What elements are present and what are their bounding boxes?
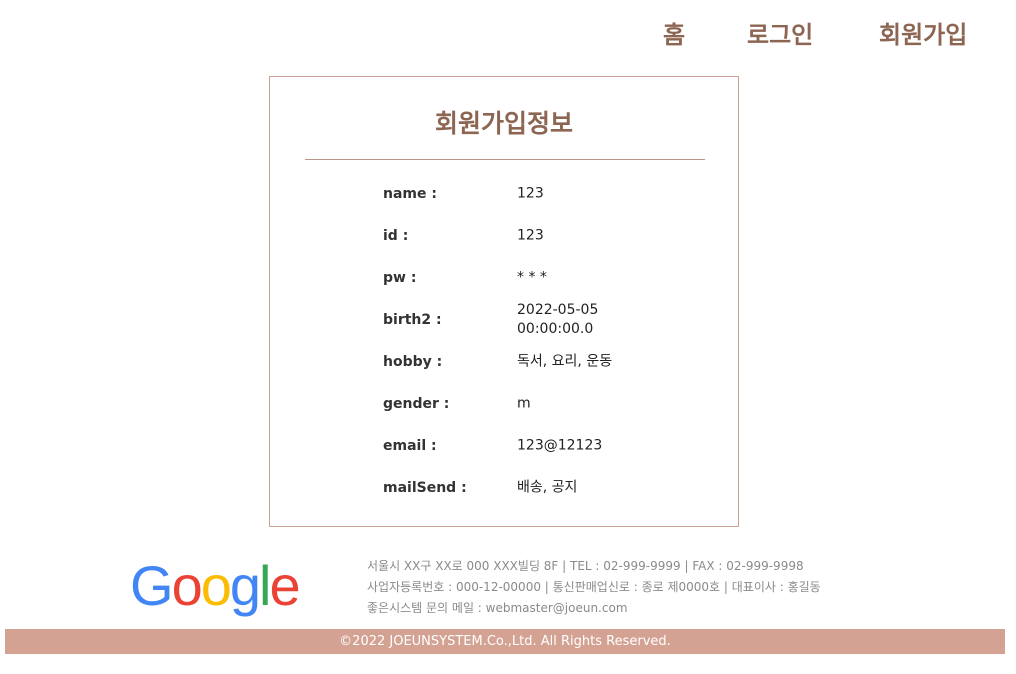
- logo-letter: l: [259, 554, 272, 617]
- birth-value: 2022-05-05 00:00:00.0: [517, 302, 599, 337]
- logo-letter: o: [171, 554, 203, 617]
- google-logo: Google: [130, 554, 301, 618]
- email-label: email :: [383, 438, 437, 454]
- footer-business-info: 사업자등록번호 : 000-12-00000 | 통신판매업신로 : 종로 제0…: [367, 580, 821, 594]
- footer-company-info: 서울시 XX구 XX로 000 XXX빌딩 8F | TEL : 02-999-…: [367, 556, 821, 619]
- info-row-id: id : 123: [383, 216, 683, 256]
- pw-value: * * *: [517, 269, 547, 286]
- info-row-hobby: hobby : 독서, 요리, 운동: [383, 342, 683, 382]
- birth-label: birth2 :: [383, 312, 442, 328]
- logo-letter: o: [200, 554, 232, 617]
- top-nav: 홈 로그인 회원가입: [0, 18, 1016, 52]
- id-value: 123: [517, 227, 544, 244]
- id-label: id :: [383, 228, 409, 244]
- info-row-gender: gender : m: [383, 384, 683, 424]
- member-info-card: 회원가입정보 name : 123 id : 123 pw : * * * bi…: [269, 76, 739, 527]
- hobby-label: hobby :: [383, 354, 443, 370]
- logo-letter: g: [229, 554, 261, 617]
- nav-login-link[interactable]: 로그인: [747, 18, 813, 52]
- nav-home-link[interactable]: 홈: [663, 18, 685, 52]
- hobby-value: 독서, 요리, 운동: [517, 353, 613, 370]
- mailsend-label: mailSend :: [383, 480, 467, 496]
- pw-label: pw :: [383, 270, 417, 286]
- info-row-email: email : 123@12123: [383, 426, 683, 466]
- footer-address: 서울시 XX구 XX로 000 XXX빌딩 8F | TEL : 02-999-…: [367, 559, 804, 573]
- logo-letter: e: [269, 554, 300, 617]
- info-row-mailsend: mailSend : 배송, 공지: [383, 468, 683, 508]
- email-value: 123@12123: [517, 437, 603, 454]
- info-row-birth: birth2 : 2022-05-05 00:00:00.0: [383, 300, 683, 340]
- logo-letter: G: [130, 554, 174, 617]
- info-row-pw: pw : * * *: [383, 258, 683, 298]
- name-value: 123: [517, 185, 544, 202]
- card-title: 회원가입정보: [434, 109, 573, 138]
- info-row-name: name : 123: [383, 174, 683, 214]
- footer-contact-mail: 좋은시스템 문의 메일 : webmaster@joeun.com: [367, 601, 628, 615]
- gender-label: gender :: [383, 396, 450, 412]
- gender-value: m: [517, 395, 531, 412]
- copyright-bar: ©2022 JOEUNSYSTEM.Co.,Ltd. All Rights Re…: [5, 629, 1005, 654]
- title-divider: [305, 159, 705, 160]
- name-label: name :: [383, 186, 437, 202]
- copyright-text: ©2022 JOEUNSYSTEM.Co.,Ltd. All Rights Re…: [339, 634, 671, 649]
- mailsend-value: 배송, 공지: [517, 479, 578, 496]
- nav-join-link[interactable]: 회원가입: [879, 18, 967, 52]
